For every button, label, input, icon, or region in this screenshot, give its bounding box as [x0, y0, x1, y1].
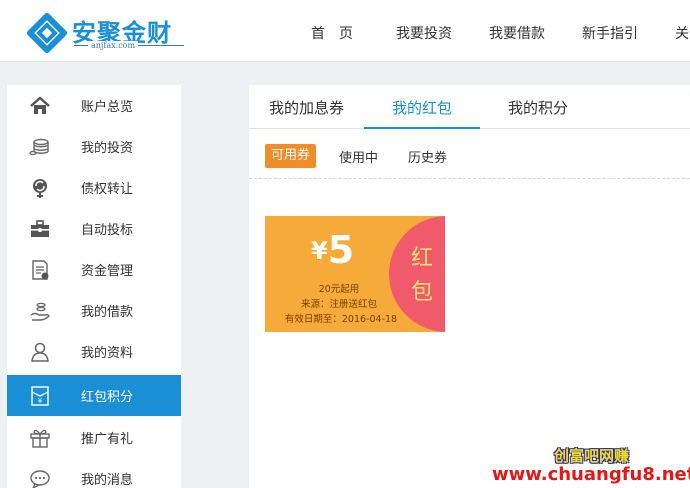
sidebar-item-investment[interactable]: 我的投资	[7, 126, 181, 167]
account-sidebar: 账户总览 我的投资 债权转让 自动投标 资金管理 我的借款 我的资料 ¥ 红包积…	[7, 85, 181, 488]
subtab-history[interactable]: 历史券	[408, 147, 447, 166]
nav-about[interactable]: 关于	[675, 23, 690, 43]
tab-interest-coupons[interactable]: 我的加息券	[269, 97, 344, 118]
transfer-icon	[33, 179, 47, 198]
sidebar-item-debt-transfer[interactable]: 债权转让	[7, 167, 181, 208]
coupon-status-filter: 可用券 使用中 历史券	[249, 129, 690, 179]
sidebar-item-fund-management[interactable]: 资金管理	[7, 249, 181, 290]
hand-coins-icon	[30, 302, 50, 321]
red-packet-expiry: 有效日期至：2016-04-18	[284, 314, 398, 325]
sidebar-item-label: 我的资料	[81, 346, 134, 361]
nav-invest[interactable]: 我要投资	[396, 23, 452, 43]
message-icon	[30, 470, 50, 488]
subtab-available[interactable]: 可用券	[265, 144, 317, 168]
gift-icon	[30, 429, 50, 448]
main-panel: 我的加息券 我的红包 我的积分 可用券 使用中 历史券 红包 ¥5 20元起用 …	[249, 85, 690, 488]
sidebar-item-profile[interactable]: 我的资料	[7, 331, 181, 372]
sidebar-item-label: 我的投资	[81, 141, 134, 156]
sidebar-item-label: 自动投标	[81, 223, 134, 238]
sidebar-item-overview[interactable]: 账户总览	[7, 85, 181, 126]
user-icon	[31, 342, 49, 362]
top-header: 安聚金财 anjfax.com 首 页 我要投资 我要借款 新手指引 关于	[0, 0, 690, 62]
red-packet-min-use: 20元起用	[318, 284, 360, 295]
main-nav: 首 页 我要投资 我要借款 新手指引 关于	[0, 0, 690, 62]
subtab-in-use[interactable]: 使用中	[339, 147, 378, 166]
sidebar-item-label: 我的消息	[81, 473, 134, 488]
nav-guide[interactable]: 新手指引	[582, 23, 638, 43]
fund-document-icon	[32, 260, 49, 280]
toolbox-icon	[31, 220, 49, 237]
nav-borrow[interactable]: 我要借款	[489, 23, 545, 43]
amount-value: 5	[327, 228, 355, 272]
sidebar-item-messages[interactable]: 我的消息	[7, 458, 181, 488]
red-packet-source: 来源：注册送红包	[300, 299, 377, 310]
tab-red-packets[interactable]: 我的红包	[392, 97, 452, 118]
sidebar-item-label: 推广有礼	[81, 432, 134, 447]
sidebar-item-redpacket-points[interactable]: ¥ 红包积分	[7, 375, 181, 416]
red-packet-card[interactable]: 红包 ¥5 20元起用 来源：注册送红包 有效日期至：2016-04-18	[265, 216, 445, 332]
sidebar-item-auto-bid[interactable]: 自动投标	[7, 208, 181, 249]
sidebar-item-label: 账户总览	[81, 100, 134, 115]
coins-icon	[29, 138, 49, 156]
tab-points[interactable]: 我的积分	[508, 97, 568, 118]
sidebar-item-referral[interactable]: 推广有礼	[7, 417, 181, 458]
home-icon	[30, 96, 50, 114]
svg-text:¥: ¥	[38, 397, 43, 405]
sidebar-item-label: 债权转让	[81, 182, 134, 197]
watermark-url: www.chuangfu8.net	[492, 464, 690, 485]
nav-home[interactable]: 首 页	[311, 23, 353, 43]
sidebar-item-label: 资金管理	[81, 264, 134, 279]
sidebar-item-loans[interactable]: 我的借款	[7, 290, 181, 331]
coupon-tabs: 我的加息券 我的红包 我的积分	[249, 85, 690, 129]
red-envelope-icon: ¥	[31, 386, 49, 406]
watermark-title: 创富吧网赚	[554, 447, 630, 465]
red-packet-amount: ¥5	[311, 228, 354, 272]
sidebar-item-label: 我的借款	[81, 305, 134, 320]
currency-symbol: ¥	[311, 237, 328, 265]
sidebar-item-label: 红包积分	[81, 390, 134, 405]
